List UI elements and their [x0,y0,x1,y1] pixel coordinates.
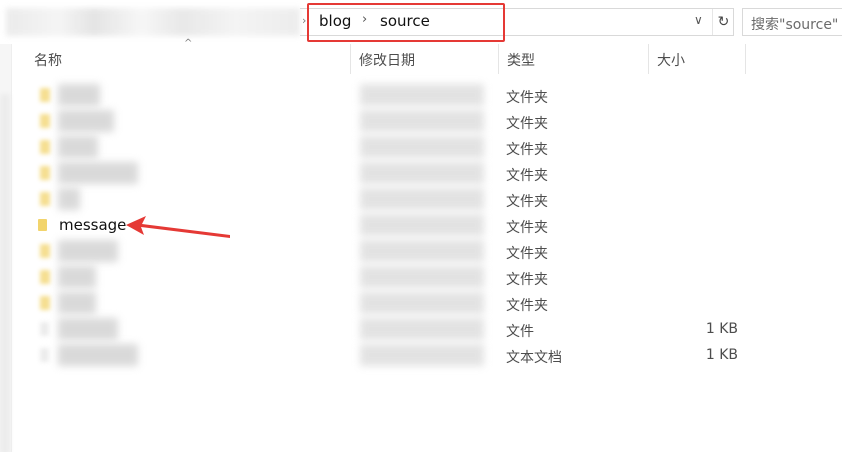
address-toolbar: › blog › source ∨ ↻ 搜索"source" [0,0,842,44]
file-name: message [59,216,127,234]
file-size: 1 KB [705,321,738,337]
blurred-name [58,240,118,262]
folder-icon [38,219,47,231]
file-type: 文件夹 [506,220,548,236]
column-header-size[interactable]: 大小 [648,44,746,74]
blurred-date [360,318,484,340]
annotation-highlight-box [307,3,505,42]
blurred-name [58,344,138,366]
list-item[interactable]: 文件夹 [0,160,842,186]
blurred-name [58,84,100,106]
blurred-date [360,84,484,106]
file-type: 文件 [506,324,534,340]
file-type: 文件夹 [506,194,548,210]
text-document-icon [40,348,49,362]
blurred-name [58,188,80,210]
blurred-date [360,240,484,262]
blurred-date [360,292,484,314]
list-item[interactable]: 文件夹 [0,108,842,134]
file-type: 文件夹 [506,272,548,288]
blurred-date [360,266,484,288]
list-item[interactable]: 文件夹 [0,186,842,212]
file-size: 1 KB [705,347,738,363]
list-item[interactable]: 文件夹 [0,82,842,108]
refresh-icon[interactable]: ↻ [712,9,734,35]
file-icon [40,322,49,336]
folder-icon [40,166,50,180]
folder-icon [40,140,50,154]
file-type: 文件夹 [506,116,548,132]
list-item[interactable]: 文件夹 [0,290,842,316]
folder-icon [40,296,50,310]
blurred-name [58,292,96,314]
list-item[interactable]: 文本文档 1 KB [0,342,842,368]
blurred-name [58,162,138,184]
blurred-name [58,110,114,132]
folder-icon [40,270,50,284]
blurred-date [360,136,484,158]
search-placeholder: 搜索"source" [751,17,839,33]
breadcrumb-separator-icon: › [302,14,307,27]
folder-icon [40,114,50,128]
file-type: 文本文档 [506,350,562,366]
annotation-arrow-icon [126,216,230,238]
blurred-name [58,266,96,288]
file-type: 文件夹 [506,246,548,262]
blurred-date [360,162,484,184]
blurred-date [360,188,484,210]
blurred-name [58,136,98,158]
blurred-date [360,110,484,132]
search-input[interactable]: 搜索"source" [742,8,842,36]
list-item[interactable]: 文件 1 KB [0,316,842,342]
folder-icon [40,88,50,102]
blurred-date [360,344,484,366]
list-item[interactable]: 文件夹 [0,264,842,290]
column-header-date[interactable]: 修改日期 [350,44,498,74]
list-item[interactable]: 文件夹 [0,134,842,160]
folder-icon [40,192,50,206]
file-type: 文件夹 [506,168,548,184]
chevron-down-icon[interactable]: ∨ [694,13,703,27]
blurred-date [360,214,484,236]
folder-icon [40,244,50,258]
file-type: 文件夹 [506,142,548,158]
column-header-type[interactable]: 类型 [498,44,648,74]
file-type: 文件夹 [506,298,548,314]
column-header-name[interactable]: 名称 [26,44,350,74]
file-type: 文件夹 [506,90,548,106]
blurred-name [58,318,118,340]
blurred-breadcrumb [6,8,300,36]
